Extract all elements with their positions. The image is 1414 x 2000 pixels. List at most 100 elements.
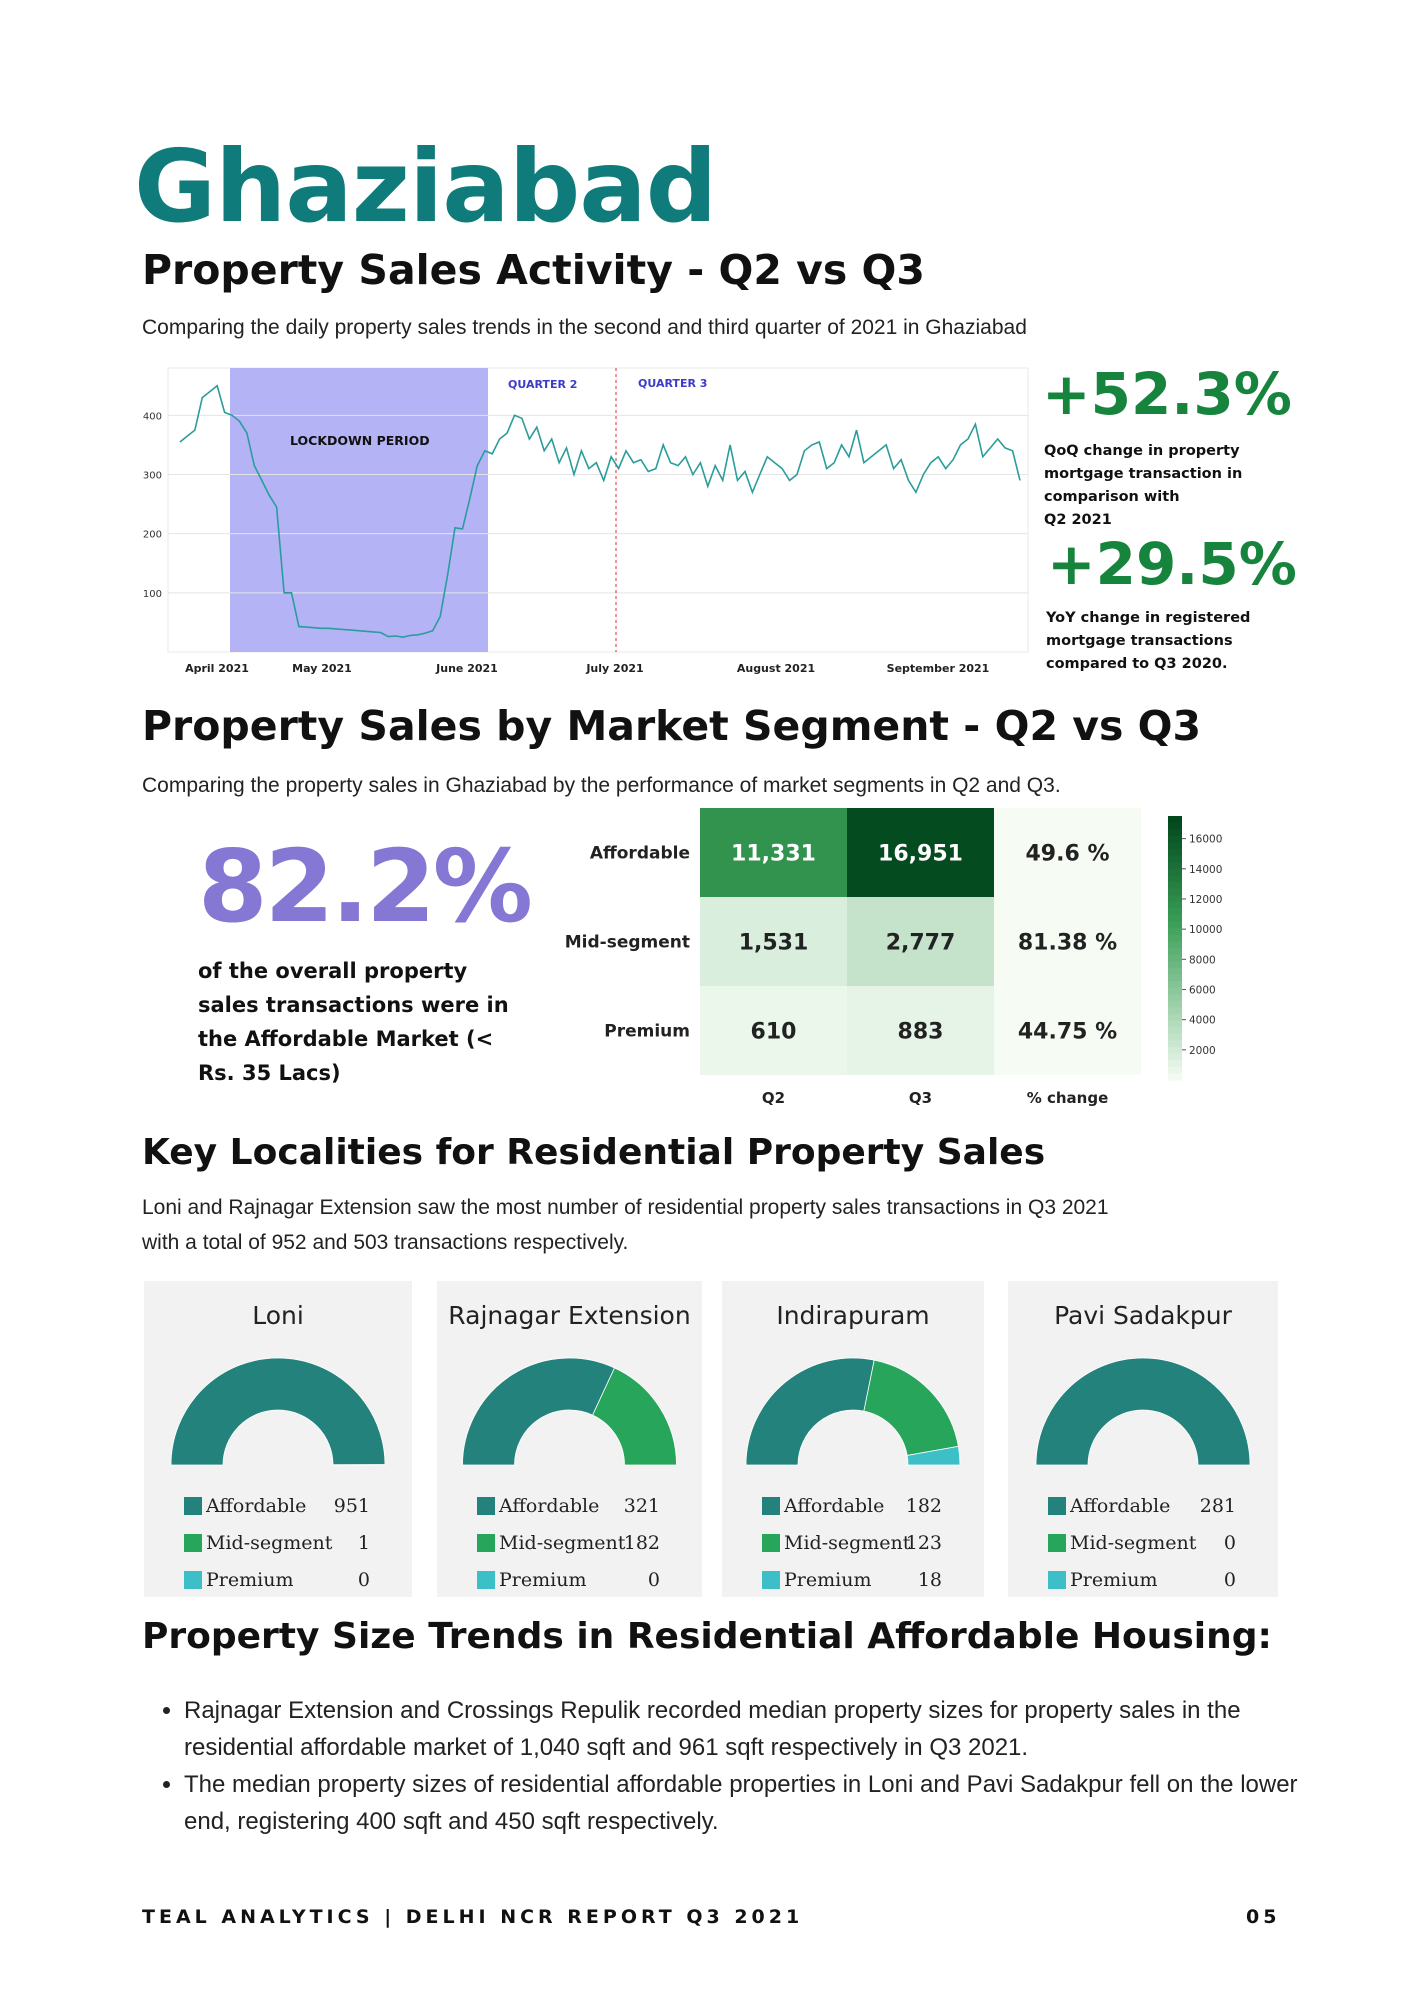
legend-swatch bbox=[1048, 1534, 1066, 1552]
colorbar-segment bbox=[1168, 1027, 1182, 1035]
legend-label: Mid-segment bbox=[784, 1532, 911, 1554]
qoq-change-note: QoQ change in property mortgage transact… bbox=[1044, 440, 1242, 532]
lockdown-period-band bbox=[230, 368, 488, 652]
legend-item: Premium bbox=[184, 1569, 293, 1591]
locality-card-title: Loni bbox=[252, 1301, 304, 1330]
legend-value: 182 bbox=[623, 1532, 660, 1554]
legend-item: Mid-segment bbox=[477, 1532, 625, 1554]
heatmap-col-label: Q3 bbox=[909, 1089, 932, 1107]
legend-swatch bbox=[1048, 1497, 1066, 1515]
annotation-quarter3: QUARTER 3 bbox=[638, 377, 707, 390]
annotation-quarter2: QUARTER 2 bbox=[508, 378, 577, 391]
colorbar-tick-label: 12000 bbox=[1189, 894, 1222, 906]
city-title: Ghaziabad bbox=[134, 128, 717, 245]
x-tick-label: July 2021 bbox=[585, 662, 643, 675]
donut-slice bbox=[863, 1359, 959, 1456]
legend-label: Affordable bbox=[206, 1495, 307, 1517]
locality-card: Pavi Sadakpur Affordable 281 Mid-segment 0 Pr… bbox=[1008, 1281, 1278, 1597]
yoy-note-line: compared to Q3 2020. bbox=[1046, 656, 1228, 672]
heatmap-cell-label: 81.38 % bbox=[1018, 931, 1117, 956]
heatmap-cell-label: 16,951 bbox=[878, 842, 963, 867]
colorbar-segment bbox=[1168, 994, 1182, 1002]
legend-label: Premium bbox=[1070, 1569, 1158, 1591]
y-tick-label: 100 bbox=[143, 589, 162, 600]
legend-swatch bbox=[477, 1571, 495, 1589]
yoy-note-line: mortgage transactions bbox=[1046, 633, 1233, 649]
legend-swatch bbox=[184, 1497, 202, 1515]
section-subtitle-sales-activity: Comparing the daily property sales trend… bbox=[142, 316, 1027, 339]
locality-card-title: Rajnagar Extension bbox=[448, 1301, 691, 1330]
heatmap-cell-label: 2,777 bbox=[886, 931, 956, 956]
colorbar-segment bbox=[1168, 816, 1182, 824]
legend-value: 321 bbox=[623, 1495, 660, 1517]
yoy-change-value: +29.5% bbox=[1047, 530, 1297, 598]
segment-heatmap: 11,331 16,951 49.6 % 1,531 2,777 81.38 % 610 88… bbox=[565, 808, 1222, 1107]
colorbar-tick-label: 14000 bbox=[1189, 864, 1222, 876]
section-title-market-segment: Property Sales by Market Segment - Q2 vs… bbox=[142, 702, 1202, 750]
legend-swatch bbox=[477, 1534, 495, 1552]
colorbar-tick-label: 2000 bbox=[1189, 1045, 1216, 1057]
legend-label: Premium bbox=[206, 1569, 294, 1591]
legend-value: 18 bbox=[917, 1569, 942, 1591]
legend-item: Premium bbox=[762, 1569, 871, 1591]
colorbar-tick-label: 16000 bbox=[1189, 834, 1222, 846]
colorbar-segment bbox=[1168, 1066, 1182, 1074]
colorbar-segment bbox=[1168, 1053, 1182, 1061]
legend-item: Affordable bbox=[477, 1495, 599, 1517]
y-tick-label: 400 bbox=[143, 411, 162, 422]
donut-slice bbox=[462, 1357, 616, 1466]
qoq-note-line: QoQ change in property bbox=[1044, 443, 1240, 459]
yoy-note-line: YoY change in registered bbox=[1046, 610, 1251, 626]
colorbar-segment bbox=[1168, 1060, 1182, 1068]
legend-value: 281 bbox=[1199, 1495, 1236, 1517]
legend-label: Mid-segment bbox=[1070, 1532, 1197, 1554]
colorbar-segment bbox=[1168, 1007, 1182, 1015]
colorbar-segment bbox=[1168, 862, 1182, 870]
locality-donut-chart bbox=[745, 1357, 961, 1466]
colorbar-tick-label: 6000 bbox=[1189, 984, 1216, 996]
colorbar-segment bbox=[1168, 868, 1182, 876]
x-tick-label: April 2021 bbox=[185, 662, 249, 675]
locality-card-title: Pavi Sadakpur bbox=[1054, 1301, 1232, 1330]
legend-swatch bbox=[477, 1497, 495, 1515]
legend-item: Affordable bbox=[762, 1495, 884, 1517]
section-title-key-localities: Key Localities for Residential Property … bbox=[142, 1132, 1046, 1173]
colorbar-segment bbox=[1168, 987, 1182, 995]
colorbar-segment bbox=[1168, 1047, 1182, 1055]
legend-label: Premium bbox=[784, 1569, 872, 1591]
locality-card: Indirapuram Affordable 182 Mid-segment 123 Pr… bbox=[722, 1281, 984, 1597]
heatmap-cell-label: 1,531 bbox=[739, 931, 809, 956]
legend-value: 951 bbox=[333, 1495, 370, 1517]
qoq-note-line: Q2 2021 bbox=[1044, 512, 1112, 528]
colorbar-tick-label: 10000 bbox=[1189, 924, 1222, 936]
heatmap-row-label: Premium bbox=[604, 1022, 690, 1042]
colorbar-segment bbox=[1168, 981, 1182, 989]
legend-label: Affordable bbox=[1070, 1495, 1171, 1517]
legend-value: 0 bbox=[1223, 1569, 1236, 1591]
yoy-change-note: YoY change in registered mortgage transa… bbox=[1046, 607, 1250, 676]
legend-item: Affordable bbox=[184, 1495, 306, 1517]
heatmap-cell-label: 44.75 % bbox=[1018, 1020, 1117, 1045]
locality-donut-chart bbox=[462, 1357, 677, 1466]
x-tick-label: September 2021 bbox=[887, 662, 990, 675]
colorbar-segment bbox=[1168, 1014, 1182, 1022]
footer-report-name: TEAL ANALYTICS | DELHI NCR REPORT Q3 202… bbox=[142, 1906, 804, 1928]
colorbar-segment bbox=[1168, 1040, 1182, 1048]
legend-label: Affordable bbox=[499, 1495, 600, 1517]
x-tick-label: June 2021 bbox=[435, 662, 498, 675]
subtitle-line: with a total of 952 and 503 transactions… bbox=[142, 1231, 629, 1254]
colorbar-segment bbox=[1168, 822, 1182, 830]
legend-item: Premium bbox=[477, 1569, 586, 1591]
legend-item: Mid-segment bbox=[1048, 1532, 1196, 1554]
colorbar-segment bbox=[1168, 901, 1182, 909]
y-tick-label: 300 bbox=[143, 471, 162, 482]
legend-swatch bbox=[1048, 1571, 1066, 1589]
heatmap-row-label: Mid-segment bbox=[565, 933, 690, 953]
colorbar-segment bbox=[1168, 921, 1182, 929]
colorbar-segment bbox=[1168, 829, 1182, 837]
heatmap-col-label: Q2 bbox=[762, 1089, 785, 1107]
colorbar-segment bbox=[1168, 895, 1182, 903]
colorbar-segment bbox=[1168, 1000, 1182, 1008]
colorbar-segment bbox=[1168, 948, 1182, 956]
list-item: The median property sizes of residential… bbox=[184, 1766, 1314, 1840]
